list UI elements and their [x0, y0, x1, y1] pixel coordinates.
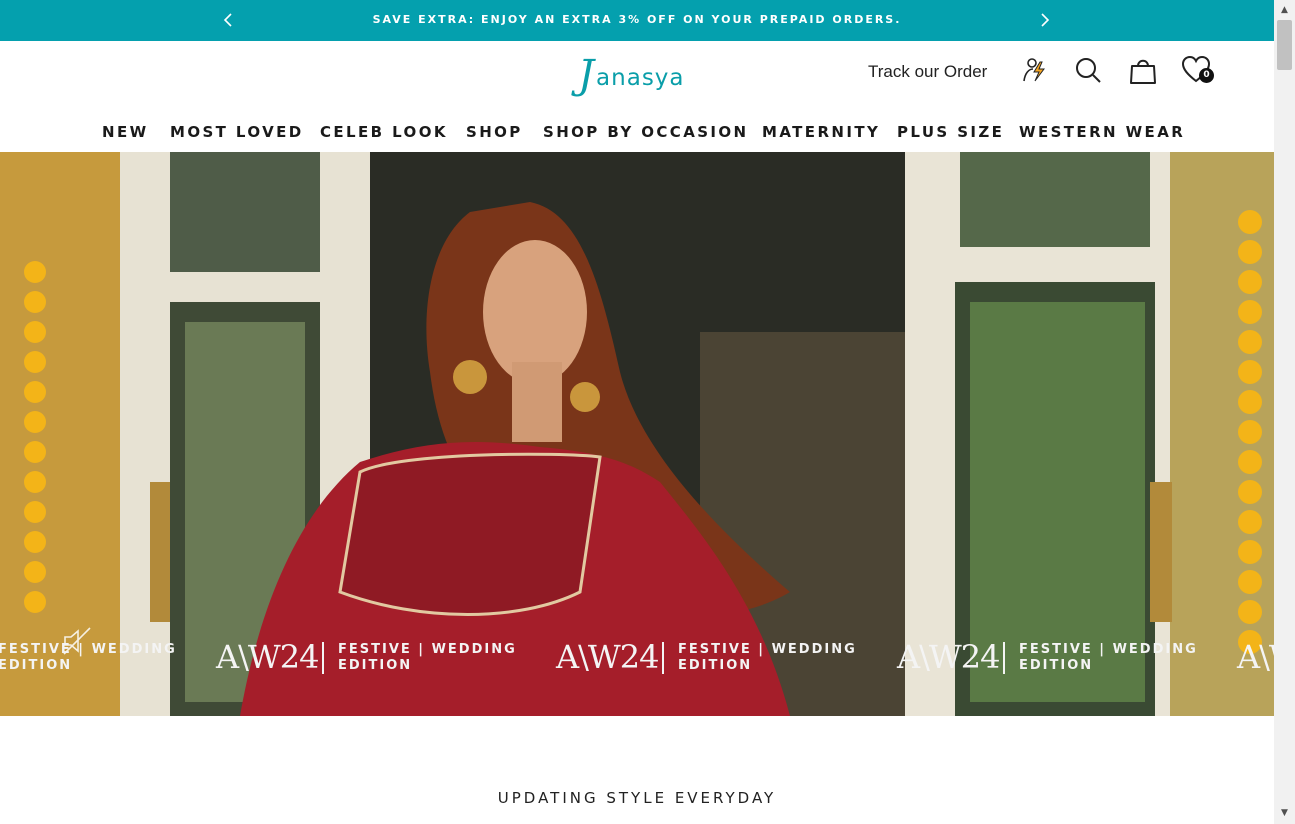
marquee-subtitle: FESTIVE | WEDDING EDITION — [1019, 642, 1198, 674]
marquee-line-2: EDITION — [678, 658, 753, 673]
hero-image — [0, 152, 1274, 716]
marquee-line-1: FESTIVE | WEDDING — [0, 642, 177, 657]
nav-item-shop[interactable]: SHOP — [466, 123, 523, 141]
marquee-subtitle: FESTIVE | WEDDING EDITION — [0, 642, 177, 674]
marquee-title: A\W24 — [897, 638, 1000, 676]
nav-item-celeb-look[interactable]: CELEB LOOK — [320, 123, 448, 141]
hero-video[interactable]: A\W24 FESTIVE | WEDDING EDITION A\W24 FE… — [0, 152, 1274, 716]
marquee-line-2: EDITION — [0, 658, 73, 673]
site-header: J anasya Track our Order 0 NEW MOST LOVE… — [0, 41, 1274, 153]
marquee-divider — [322, 642, 324, 674]
wishlist-count-badge: 0 — [1199, 68, 1214, 83]
nav-item-shop-by-occasion[interactable]: SHOP BY OCCASION — [543, 123, 749, 141]
marquee-divider — [662, 642, 664, 674]
search-icon[interactable] — [1073, 55, 1103, 85]
nav-item-new[interactable]: NEW — [102, 123, 149, 141]
wishlist-button[interactable]: 0 — [1181, 55, 1214, 85]
marquee-title: A\W24 — [556, 638, 659, 676]
brand-logo[interactable]: J anasya — [578, 49, 685, 97]
marquee-title: A\W24 — [1237, 638, 1274, 676]
marquee-divider — [1003, 642, 1005, 674]
nav-item-maternity[interactable]: MATERNITY — [762, 123, 880, 141]
page: SAVE EXTRA: ENJOY AN EXTRA 3% OFF ON YOU… — [0, 0, 1274, 824]
marquee-line-2: EDITION — [1019, 658, 1094, 673]
marquee-title: A\W24 — [216, 638, 319, 676]
marquee-line-1: FESTIVE | WEDDING — [678, 642, 857, 657]
marquee-subtitle: FESTIVE | WEDDING EDITION — [678, 642, 857, 674]
scrollbar-thumb[interactable] — [1277, 20, 1292, 70]
logo-initial: J — [578, 52, 595, 98]
section-tagline: UPDATING STYLE EVERYDAY — [497, 789, 777, 807]
announcement-bar: SAVE EXTRA: ENJOY AN EXTRA 3% OFF ON YOU… — [0, 0, 1274, 41]
flash-person-icon[interactable] — [1019, 55, 1049, 85]
nav-item-most-loved[interactable]: MOST LOVED — [170, 123, 304, 141]
main-nav: NEW MOST LOVED CELEB LOOK SHOP SHOP BY O… — [0, 123, 1274, 143]
nav-item-western-wear[interactable]: WESTERN WEAR — [1019, 123, 1185, 141]
marquee-line-1: FESTIVE | WEDDING — [338, 642, 517, 657]
nav-item-plus-size[interactable]: PLUS SIZE — [897, 123, 1004, 141]
chevron-right-icon[interactable] — [1036, 11, 1054, 29]
page-scrollbar[interactable]: ▲ ▼ — [1274, 0, 1295, 824]
track-order-link[interactable]: Track our Order — [868, 62, 987, 82]
marquee-line-1: FESTIVE | WEDDING — [1019, 642, 1198, 657]
marquee-subtitle: FESTIVE | WEDDING EDITION — [338, 642, 517, 674]
logo-text: anasya — [596, 65, 685, 91]
announcement-text: SAVE EXTRA: ENJOY AN EXTRA 3% OFF ON YOU… — [372, 13, 902, 26]
shopping-bag-icon[interactable] — [1128, 55, 1158, 85]
scroll-down-arrow-icon[interactable]: ▼ — [1274, 805, 1295, 822]
scroll-up-arrow-icon[interactable]: ▲ — [1274, 2, 1295, 19]
marquee-line-2: EDITION — [338, 658, 413, 673]
